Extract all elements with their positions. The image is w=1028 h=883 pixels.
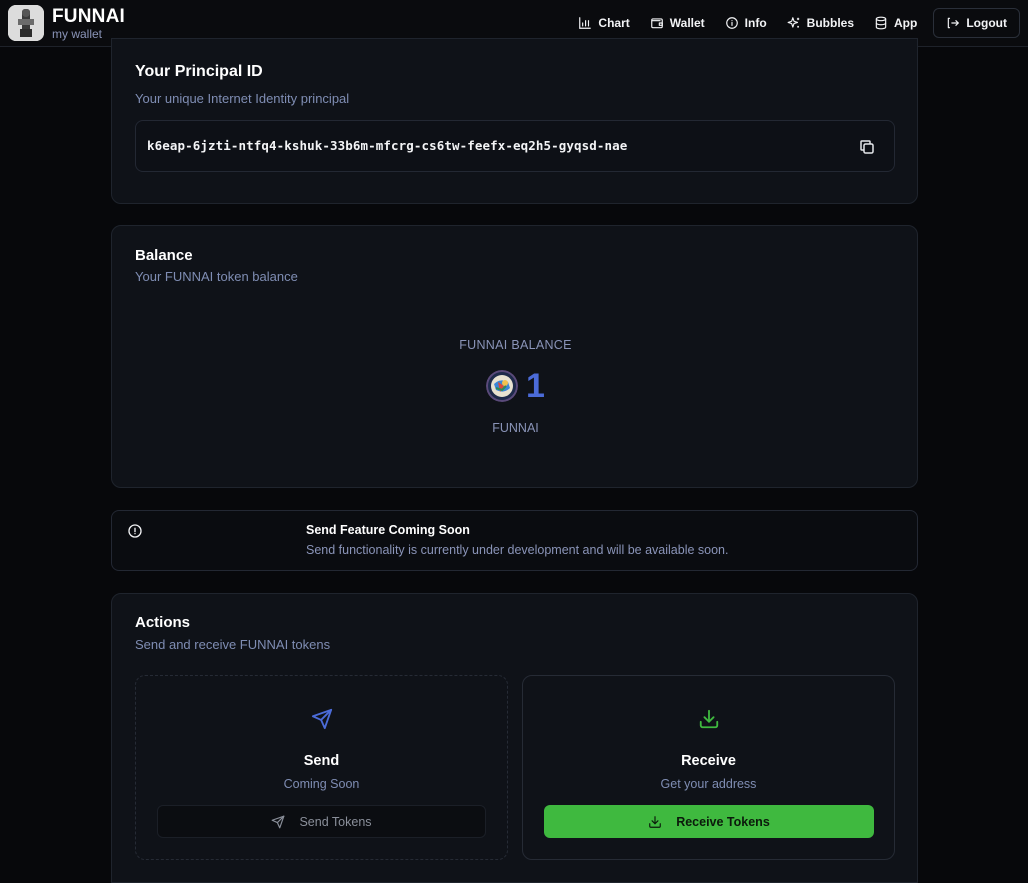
send-tokens-button[interactable]: Send Tokens: [157, 805, 486, 838]
nav-chart-label: Chart: [598, 16, 630, 30]
receive-panel: Receive Get your address Receive Tokens: [522, 675, 895, 860]
principal-field[interactable]: k6eap-6jzti-ntfq4-kshuk-33b6m-mfcrg-cs6t…: [135, 120, 895, 172]
send-panel: Send Coming Soon Send Tokens: [135, 675, 508, 860]
top-nav: Chart Wallet Info Bubbles App Logout: [568, 8, 1020, 38]
send-subtitle: Coming Soon: [283, 777, 360, 791]
balance-label: FUNNAI BALANCE: [459, 338, 572, 352]
brand-logo[interactable]: [8, 5, 44, 41]
download-icon: [649, 815, 662, 828]
send-icon: [311, 708, 332, 730]
logout-label: Logout: [966, 16, 1007, 30]
balance-unit: FUNNAI: [492, 421, 539, 435]
balance-card: Balance Your FUNNAI token balance FUNNAI…: [111, 225, 918, 488]
bar-chart-icon: [579, 17, 592, 29]
send-icon: [272, 815, 285, 828]
principal-subtitle: Your unique Internet Identity principal: [135, 91, 350, 106]
nav-app-label: App: [894, 16, 918, 30]
notice-text: Send functionality is currently under de…: [306, 543, 729, 557]
database-icon: [875, 16, 887, 30]
balance-value: 1: [526, 367, 545, 405]
send-icon-wrap: [136, 708, 507, 730]
download-icon: [699, 709, 718, 729]
logout-icon: [948, 17, 960, 29]
nav-info-label: Info: [744, 16, 767, 30]
brand-title: FUNNAI: [52, 6, 125, 27]
sparkles-icon: [787, 17, 799, 28]
receive-icon-wrap: [523, 708, 894, 730]
nav-bubbles-label: Bubbles: [806, 16, 855, 30]
copy-icon[interactable]: [858, 138, 876, 156]
actions-title: Actions: [135, 614, 191, 631]
nav-app[interactable]: App: [864, 8, 927, 38]
notice-title: Send Feature Coming Soon: [306, 523, 470, 537]
nav-chart[interactable]: Chart: [568, 8, 639, 38]
brand-subtitle: my wallet: [52, 27, 103, 41]
nav-wallet-label: Wallet: [669, 16, 705, 30]
nav-bubbles[interactable]: Bubbles: [777, 8, 864, 38]
actions-card: Actions Send and receive FUNNAI tokens S…: [111, 593, 918, 883]
wallet-icon: [650, 18, 663, 29]
balance-row: 1: [112, 369, 919, 403]
principal-card: Your Principal ID Your unique Internet I…: [111, 38, 918, 204]
send-tokens-label: Send Tokens: [299, 814, 372, 829]
receive-title: Receive: [681, 753, 736, 769]
principal-title: Your Principal ID: [135, 63, 263, 80]
balance-subtitle: Your FUNNAI token balance: [135, 269, 298, 284]
nav-info[interactable]: Info: [715, 8, 777, 38]
send-coming-soon-notice: Send Feature Coming Soon Send functional…: [111, 510, 918, 571]
info-icon: [725, 17, 738, 29]
funnai-token-icon: [486, 370, 519, 402]
actions-subtitle: Send and receive FUNNAI tokens: [135, 637, 331, 652]
alert-circle-icon: [128, 524, 142, 538]
principal-value[interactable]: k6eap-6jzti-ntfq4-kshuk-33b6m-mfcrg-cs6t…: [147, 138, 627, 153]
nav-wallet[interactable]: Wallet: [640, 8, 715, 38]
send-title: Send: [303, 753, 340, 769]
receive-tokens-button[interactable]: Receive Tokens: [544, 805, 874, 838]
logout-button[interactable]: Logout: [933, 8, 1020, 38]
receive-tokens-label: Receive Tokens: [676, 814, 770, 829]
balance-title: Balance: [135, 247, 193, 264]
receive-subtitle: Get your address: [660, 777, 757, 791]
